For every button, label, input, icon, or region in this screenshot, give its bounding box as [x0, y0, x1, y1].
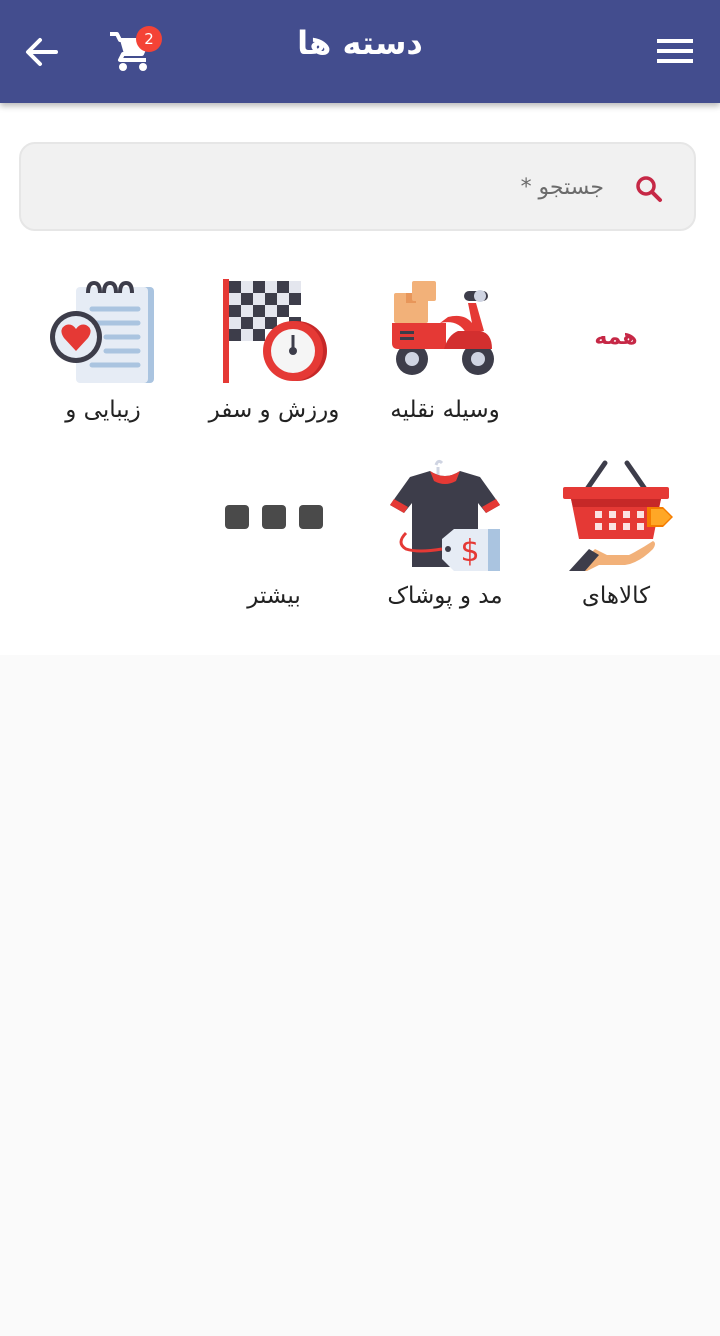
more-dots-icon	[225, 505, 323, 529]
category-label: همه	[594, 325, 638, 350]
category-label: بیشتر	[247, 583, 301, 609]
shirt-price-tag-icon: $	[390, 459, 500, 571]
shopping-basket-icon	[563, 460, 673, 571]
category-goods[interactable]: کالاهای	[531, 459, 701, 629]
category-label: وسیله نقلیه	[390, 397, 500, 423]
hamburger-menu-icon	[657, 39, 693, 63]
category-label: مد و پوشاک	[387, 583, 503, 609]
category-all[interactable]: همه	[531, 273, 701, 443]
category-fashion[interactable]: $ مد و پوشاک	[360, 459, 530, 629]
menu-button[interactable]	[656, 36, 694, 66]
category-vehicles[interactable]: وسیله نقلیه	[360, 273, 530, 443]
app-bar: 2 دسته ها	[0, 0, 720, 103]
category-label: کالاهای	[581, 583, 651, 609]
categories-panel: همه وسیله نقلیه	[0, 103, 720, 655]
search-input[interactable]	[82, 166, 606, 208]
category-more[interactable]: بیشتر	[189, 459, 359, 629]
scooter-icon	[392, 281, 494, 375]
notebook-heart-icon	[50, 280, 154, 383]
category-label: زیبایی و	[65, 397, 141, 423]
category-label: ورزش و سفر	[208, 397, 340, 423]
checkered-flag-icon	[223, 279, 327, 383]
search-icon[interactable]	[634, 174, 664, 204]
page-title: دسته ها	[297, 24, 423, 62]
category-sport-travel[interactable]: ورزش و سفر	[189, 273, 359, 443]
svg-text:$: $	[460, 534, 479, 569]
search-box	[19, 142, 696, 231]
category-beauty[interactable]: زیبایی و	[18, 273, 188, 443]
